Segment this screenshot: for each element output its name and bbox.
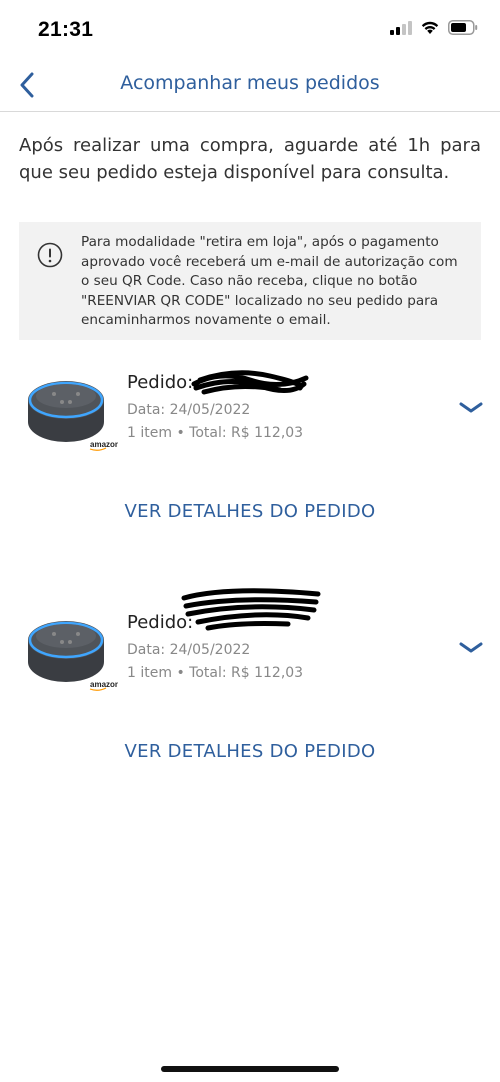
amazon-logo: amazon (90, 680, 118, 689)
order-total: 1 item • Total: R$ 112,03 (127, 425, 304, 441)
redaction-scribble (191, 370, 309, 395)
product-image: amazon (28, 621, 118, 691)
redaction-scribble (181, 588, 321, 631)
chevron-down-icon[interactable] (458, 401, 484, 415)
order-title: Pedido: (127, 372, 194, 393)
order-total: 1 item • Total: R$ 112,03 (127, 665, 304, 681)
status-icons (390, 20, 478, 35)
home-indicator[interactable] (161, 1066, 339, 1072)
view-order-details-button[interactable]: VER DETALHES DO PEDIDO (0, 501, 500, 522)
amazon-logo: amazon (90, 440, 118, 449)
view-order-details-button[interactable]: VER DETALHES DO PEDIDO (0, 741, 500, 762)
battery-icon (448, 20, 478, 35)
order-date: Data: 24/05/2022 (127, 642, 251, 658)
order-date: Data: 24/05/2022 (127, 402, 251, 418)
alert-circle-icon (37, 242, 63, 268)
intro-text: Após realizar uma compra, aguarde até 1h… (19, 135, 481, 183)
product-image: amazon (28, 381, 118, 451)
status-bar: 21:31 (0, 0, 500, 60)
notice-text: Para modalidade "retira em loja", após o… (81, 234, 458, 328)
page-title: Acompanhar meus pedidos (120, 72, 380, 94)
notice-box: Para modalidade "retira em loja", após o… (19, 222, 481, 340)
wifi-icon (421, 21, 439, 34)
chevron-down-icon[interactable] (458, 641, 484, 655)
status-time: 21:31 (38, 18, 94, 41)
cellular-signal-icon (390, 20, 412, 35)
navigation-bar: Acompanhar meus pedidos (0, 60, 500, 112)
